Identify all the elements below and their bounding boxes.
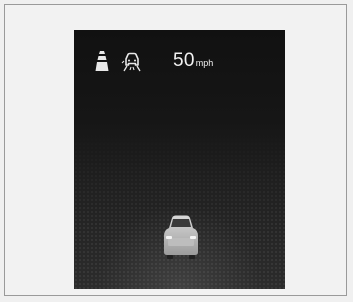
vehicle-detection-icon	[121, 50, 143, 72]
road-surface	[74, 130, 285, 289]
speed-unit-label: mph	[195, 58, 214, 68]
set-speed-value: 50	[173, 50, 195, 71]
lane-keeping-icon	[94, 51, 110, 71]
status-bar: 50mph	[74, 30, 285, 90]
set-speed-readout: 50mph	[173, 50, 213, 72]
own-vehicle-icon	[162, 214, 200, 260]
driver-info-display: 50mph	[74, 30, 285, 289]
manual-figure-frame: 50mph	[4, 4, 347, 296]
